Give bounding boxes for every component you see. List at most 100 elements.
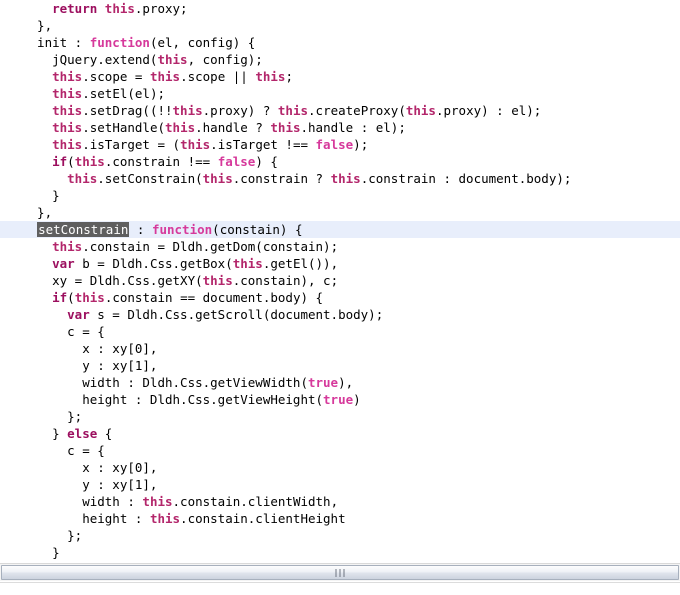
horizontal-scrollbar[interactable] [0,563,680,581]
code-token: ), [338,375,354,390]
code-line[interactable]: }; [0,527,680,544]
code-line[interactable]: this.isTarget = (this.isTarget !== false… [0,136,680,153]
code-line[interactable]: y : xy[1], [0,476,680,493]
code-token: ) { [255,154,278,169]
code-token: } [22,545,60,560]
code-token: (constain) { [212,222,303,237]
code-line[interactable]: this.setHandle(this.handle ? this.handle… [0,119,680,136]
code-token: }, [22,205,53,220]
code-line[interactable]: width : Dldh.Css.getViewWidth(true), [0,374,680,391]
code-line[interactable]: } [0,544,680,561]
code-line[interactable]: jQuery.extend(this, config); [0,51,680,68]
code-token: this [149,69,181,84]
code-line[interactable]: if(this.constrain !== false) { [0,153,680,170]
code-line[interactable]: }, [0,204,680,221]
code-token: .constain.clientHeight [180,511,346,526]
code-token: .isTarget !== [210,137,316,152]
code-token: .handle ? [195,120,271,135]
code-line[interactable]: xy = Dldh.Css.getXY(this.constain), c; [0,272,680,289]
code-token: width : [22,494,143,509]
code-token: }; [22,409,83,424]
code-token: y : xy[1], [22,358,158,373]
code-token: this [52,239,83,254]
code-line[interactable]: this.constain = Dldh.getDom(constain); [0,238,680,255]
code-token: ); [353,137,369,152]
code-token: b = Dldh.Css.getBox( [74,256,233,271]
code-token: this [52,120,83,135]
code-token: .constrain !== [104,154,218,169]
code-line[interactable]: width : this.constain.clientWidth, [0,493,680,510]
code-token: .proxy) : el); [435,103,542,118]
code-token: this [270,120,301,135]
code-token: : [129,222,152,237]
code-line[interactable]: this.setDrag((!!this.proxy) ? this.creat… [0,102,680,119]
scrollbar-grip-icon [335,568,345,577]
code-token: this [52,69,83,84]
code-line[interactable]: init : function(el, config) { [0,34,680,51]
code-token: .constain.clientWidth, [172,494,339,509]
code-token: }; [22,528,83,543]
code-token: }, [22,18,53,33]
code-token: ; [285,69,293,84]
code-token: this [255,69,286,84]
code-line[interactable]: }; [0,408,680,425]
code-token: this [202,273,233,288]
code-token: return [52,1,98,16]
code-token: .scope = [82,69,150,84]
code-line[interactable]: return this.proxy; [0,0,680,17]
code-line[interactable]: c = { [0,323,680,340]
code-token: y : xy[1], [22,477,158,492]
code-token: .constrain : document.body); [360,171,572,186]
code-line[interactable]: this.setEl(el); [0,85,680,102]
code-line[interactable]: height : this.constain.clientHeight [0,510,680,527]
code-token: (el, config) { [149,35,256,50]
code-line[interactable]: y : xy[1], [0,357,680,374]
scrollbar-thumb[interactable] [1,565,679,580]
code-line[interactable]: var b = Dldh.Css.getBox(this.getEl()), [0,255,680,272]
code-token: else [67,426,98,441]
code-line[interactable]: this.setConstrain(this.constrain ? this.… [0,170,680,187]
code-token: this [142,494,173,509]
code-line[interactable]: }, [0,17,680,34]
code-token: .setDrag((!! [82,103,173,118]
code-token: .constrain ? [232,171,331,186]
code-line[interactable]: setConstrain : function(constain) { [0,221,680,238]
code-token: s = Dldh.Css.getScroll(document.body); [89,307,384,322]
code-token: this [149,511,181,526]
code-token: , config); [187,52,263,67]
code-line[interactable]: if(this.constain == document.body) { [0,289,680,306]
code-line[interactable]: x : xy[0], [0,340,680,357]
code-line[interactable]: this.scope = this.scope || this; [0,68,680,85]
code-token: this [232,256,263,271]
code-token: ( [67,290,75,305]
selected-token: setConstrain [37,222,130,237]
code-token: .createProxy( [308,103,406,118]
code-line[interactable]: c = { [0,442,680,459]
code-line[interactable]: height : Dldh.Css.getViewHeight(true) [0,391,680,408]
code-token: true [323,392,354,407]
code-token: this [330,171,361,186]
code-token: true [307,375,339,390]
code-token: .setHandle( [82,120,166,135]
code-token: { [97,426,113,441]
code-line[interactable]: var s = Dldh.Css.getScroll(document.body… [0,306,680,323]
code-line[interactable]: } [0,187,680,204]
code-token: x : xy[0], [22,341,158,356]
code-token: this [67,171,98,186]
code-text-area[interactable]: return this.proxy; }, init : function(el… [0,0,680,563]
code-line[interactable]: x : xy[0], [0,459,680,476]
code-line[interactable]: } else { [0,425,680,442]
code-token: this [202,171,233,186]
code-token: if [52,154,68,169]
code-token: .proxy) ? [202,103,278,118]
code-token: function [151,222,213,237]
code-token: this [277,103,309,118]
code-token: .handle : el); [300,120,406,135]
